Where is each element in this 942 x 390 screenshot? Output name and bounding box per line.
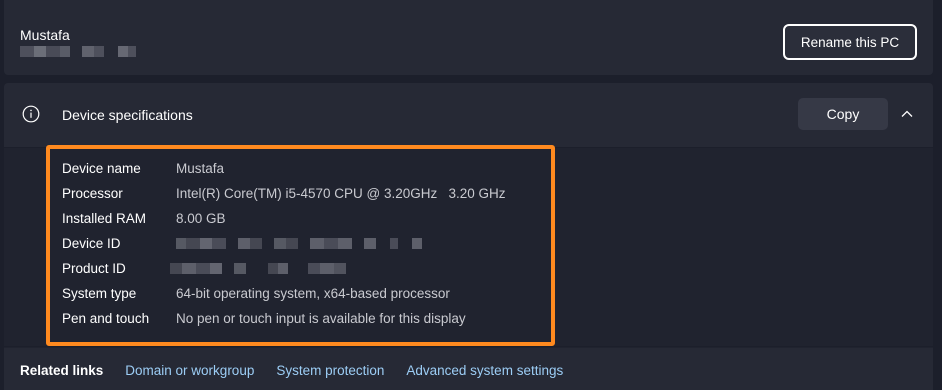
spec-label: System type bbox=[62, 285, 137, 301]
pc-name-card: Mustafa Rename this PC bbox=[4, 0, 933, 75]
link-domain-or-workgroup[interactable]: Domain or workgroup bbox=[125, 363, 254, 378]
spec-row-device-id: Device ID bbox=[62, 233, 422, 253]
rename-pc-button[interactable]: Rename this PC bbox=[783, 24, 917, 60]
spec-label: Device name bbox=[62, 160, 141, 176]
spec-value: No pen or touch input is available for t… bbox=[176, 310, 466, 326]
related-links: Related links Domain or workgroup System… bbox=[20, 361, 585, 379]
spec-label: Processor bbox=[62, 185, 123, 201]
spec-label: Device ID bbox=[62, 235, 121, 251]
spec-row-pen-and-touch: Pen and touch No pen or touch input is a… bbox=[62, 308, 466, 328]
spec-row-device-name: Device name Mustafa bbox=[62, 158, 224, 178]
related-links-label: Related links bbox=[20, 362, 104, 378]
device-id-redacted bbox=[176, 237, 422, 249]
pc-model-redacted bbox=[20, 46, 136, 58]
spec-value: 8.00 GB bbox=[176, 210, 226, 226]
spec-row-system-type: System type 64-bit operating system, x64… bbox=[62, 283, 450, 303]
chevron-up-icon[interactable] bbox=[900, 107, 914, 121]
spec-value: 64-bit operating system, x64-based proce… bbox=[176, 285, 450, 301]
copy-button[interactable]: Copy bbox=[798, 98, 888, 130]
device-specifications-title: Device specifications bbox=[62, 107, 193, 123]
spec-value: Intel(R) Core(TM) i5-4570 CPU @ 3.20GHz … bbox=[176, 185, 506, 201]
spec-label: Product ID bbox=[62, 260, 126, 276]
device-specifications-header[interactable]: Device specifications Copy bbox=[4, 83, 933, 148]
spec-row-processor: Processor Intel(R) Core(TM) i5-4570 CPU … bbox=[62, 183, 506, 203]
info-icon bbox=[22, 105, 40, 123]
spec-row-product-id: Product ID bbox=[62, 258, 346, 278]
spec-label: Installed RAM bbox=[62, 210, 147, 226]
link-system-protection[interactable]: System protection bbox=[276, 363, 384, 378]
spec-label: Pen and touch bbox=[62, 310, 150, 326]
divider bbox=[4, 346, 933, 347]
settings-page: Mustafa Rename this PC Device specificat… bbox=[0, 0, 942, 390]
link-advanced-system-settings[interactable]: Advanced system settings bbox=[406, 363, 563, 378]
product-id-redacted bbox=[170, 262, 346, 274]
spec-value: Mustafa bbox=[176, 160, 225, 176]
pc-name: Mustafa bbox=[20, 27, 70, 43]
spec-row-installed-ram: Installed RAM 8.00 GB bbox=[62, 208, 226, 228]
